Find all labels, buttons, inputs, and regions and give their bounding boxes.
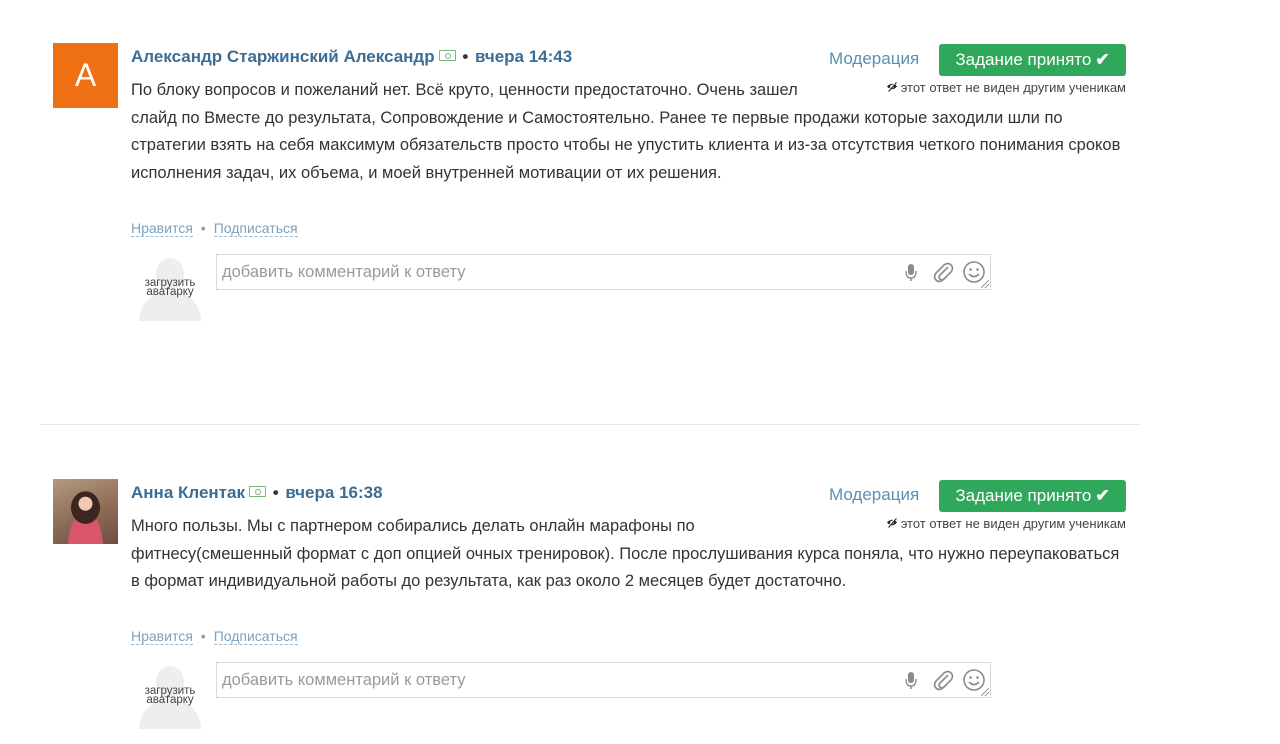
- moderation-link[interactable]: Модерация: [829, 49, 919, 69]
- cash-icon: [248, 486, 266, 497]
- separator-dot: •: [462, 47, 469, 66]
- timestamp[interactable]: вчера 14:43: [475, 47, 572, 66]
- author-name[interactable]: Анна Клентак: [131, 483, 245, 502]
- avatar-photo: [53, 479, 118, 544]
- task-accepted-button[interactable]: Задание принято ✔: [939, 44, 1126, 76]
- separator-dot: •: [200, 628, 206, 644]
- answer-actions: Нравится • Подписаться: [131, 220, 298, 237]
- paperclip-icon[interactable]: [932, 260, 954, 284]
- upload-avatar[interactable]: загрузить аватарку: [137, 663, 203, 729]
- avatar[interactable]: [53, 479, 118, 544]
- microphone-icon[interactable]: [905, 260, 917, 284]
- separator-dot: •: [200, 220, 206, 236]
- answer-text: Много пользы. Мы с партнером собирались …: [131, 517, 1120, 590]
- check-icon: ✔: [1095, 50, 1110, 69]
- microphone-icon[interactable]: [905, 668, 917, 692]
- subscribe-link[interactable]: Подписаться: [213, 220, 298, 237]
- like-link[interactable]: Нравится: [131, 220, 193, 237]
- answer-header: Александр Старжинский Александр • вчера …: [131, 47, 572, 67]
- moderation-link[interactable]: Модерация: [829, 485, 919, 505]
- like-link[interactable]: Нравится: [131, 628, 193, 645]
- answer-text: По блоку вопросов и пожеланий нет. Всё к…: [131, 81, 1121, 182]
- upload-avatar[interactable]: загрузить аватарку: [137, 255, 203, 321]
- author-name[interactable]: Александр Старжинский Александр: [131, 47, 435, 66]
- resize-handle[interactable]: [981, 688, 989, 696]
- comment-input[interactable]: [222, 667, 892, 693]
- resize-handle[interactable]: [981, 280, 989, 288]
- answer-header: Анна Клентак • вчера 16:38: [131, 483, 383, 503]
- task-accepted-button[interactable]: Задание принято ✔: [939, 480, 1126, 512]
- comment-box: [216, 254, 991, 290]
- comment-input[interactable]: [222, 259, 892, 285]
- separator-dot: •: [272, 483, 279, 502]
- task-accepted-label: Задание принято: [955, 50, 1092, 69]
- upload-avatar-label: загрузить аватарку: [144, 277, 196, 298]
- divider: [40, 424, 1140, 425]
- cash-icon: [438, 50, 456, 61]
- avatar[interactable]: A: [53, 43, 118, 108]
- comment-box: [216, 662, 991, 698]
- check-icon: ✔: [1095, 486, 1110, 505]
- upload-avatar-label: загрузить аватарку: [144, 685, 196, 706]
- task-accepted-label: Задание принято: [955, 486, 1092, 505]
- subscribe-link[interactable]: Подписаться: [213, 628, 298, 645]
- answer-actions: Нравится • Подписаться: [131, 628, 298, 645]
- avatar-letter: A: [53, 43, 118, 108]
- timestamp[interactable]: вчера 16:38: [285, 483, 382, 502]
- paperclip-icon[interactable]: [932, 668, 954, 692]
